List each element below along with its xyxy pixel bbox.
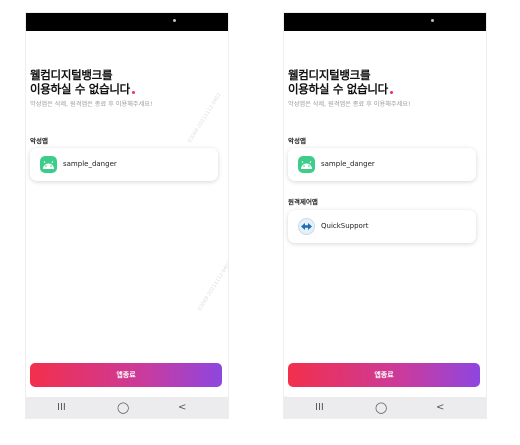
- phone-screen-right: 웰컴디지털뱅크를 이용하실 수 없습니다 악성앱은 삭제, 원격앱은 종료 후 …: [283, 12, 487, 419]
- exit-app-button-label: 앱종료: [374, 371, 394, 379]
- quicksupport-icon: [298, 218, 315, 235]
- malicious-app-name: sample_danger: [63, 160, 117, 168]
- page-subtitle: 악성앱은 삭제, 원격앱은 종료 후 이용해주세요!: [30, 101, 153, 108]
- home-nav-icon[interactable]: ◯: [117, 401, 129, 415]
- exit-app-button[interactable]: 앱종료: [288, 363, 480, 387]
- phone-screen-left: 웰컴디지털뱅크를 이용하실 수 없습니다 악성앱은 삭제, 원격앱은 종료 후 …: [25, 12, 229, 419]
- malicious-app-card[interactable]: sample_danger: [288, 148, 476, 181]
- page-subtitle: 악성앱은 삭제, 원격앱은 종료 후 이용해주세요!: [288, 101, 411, 108]
- page-title: 웰컴디지털뱅크를 이용하실 수 없습니다: [288, 68, 393, 96]
- malicious-section-label: 악성앱: [288, 137, 306, 145]
- remote-app-card[interactable]: QuickSupport: [288, 210, 476, 243]
- title-line-2: 이용하실 수 없습니다: [288, 82, 393, 96]
- exit-app-button-label: 앱종료: [116, 371, 136, 379]
- back-nav-icon[interactable]: <: [436, 401, 444, 415]
- malicious-section-label: 악성앱: [30, 137, 48, 145]
- android-icon: [40, 156, 57, 173]
- recents-nav-icon[interactable]: III: [315, 401, 324, 415]
- exit-app-button[interactable]: 앱종료: [30, 363, 222, 387]
- android-icon: [298, 156, 315, 173]
- red-dot-icon: [389, 91, 393, 94]
- title-line-2: 이용하실 수 없습니다: [30, 82, 135, 96]
- recents-nav-icon[interactable]: III: [57, 401, 66, 415]
- system-nav-bar: III ◯ <: [284, 397, 486, 418]
- remote-app-name: QuickSupport: [321, 222, 369, 230]
- malicious-app-card[interactable]: sample_danger: [30, 148, 218, 181]
- title-line-1: 웰컴디지털뱅크를: [30, 68, 113, 82]
- page-title: 웰컴디지털뱅크를 이용하실 수 없습니다: [30, 68, 135, 96]
- remote-section-label: 원격제어앱: [288, 198, 318, 206]
- red-dot-icon: [131, 91, 135, 94]
- system-nav-bar: III ◯ <: [26, 397, 228, 418]
- back-nav-icon[interactable]: <: [178, 401, 186, 415]
- title-line-1: 웰컴디지털뱅크를: [288, 68, 371, 82]
- malicious-app-name: sample_danger: [321, 160, 375, 168]
- home-nav-icon[interactable]: ◯: [375, 401, 387, 415]
